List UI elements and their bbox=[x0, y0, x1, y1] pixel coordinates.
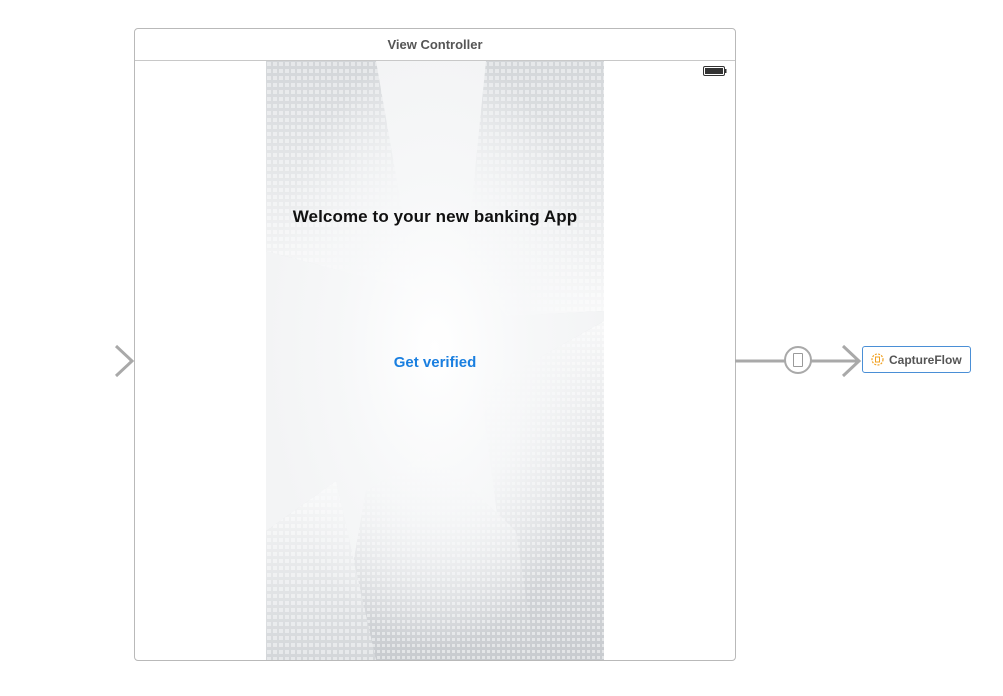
initial-view-controller-arrow[interactable] bbox=[36, 343, 136, 379]
storyboard-reference-icon bbox=[871, 353, 884, 366]
scene-title: View Controller bbox=[387, 37, 483, 52]
get-verified-button[interactable]: Get verified bbox=[375, 347, 495, 377]
segue-icon[interactable] bbox=[784, 346, 812, 374]
storyboard-reference-label: CaptureFlow bbox=[889, 352, 962, 367]
storyboard-canvas[interactable]: View Controller Welcome to your new bank… bbox=[0, 0, 1003, 696]
background-image-view: Welcome to your new banking App Get veri… bbox=[266, 61, 604, 660]
view-controller-scene[interactable]: View Controller Welcome to your new bank… bbox=[134, 28, 736, 661]
welcome-label: Welcome to your new banking App bbox=[292, 207, 578, 226]
battery-icon bbox=[703, 66, 727, 76]
storyboard-reference[interactable]: CaptureFlow bbox=[862, 346, 971, 373]
segue-present-icon bbox=[793, 353, 803, 367]
scene-title-bar[interactable]: View Controller bbox=[135, 29, 735, 61]
